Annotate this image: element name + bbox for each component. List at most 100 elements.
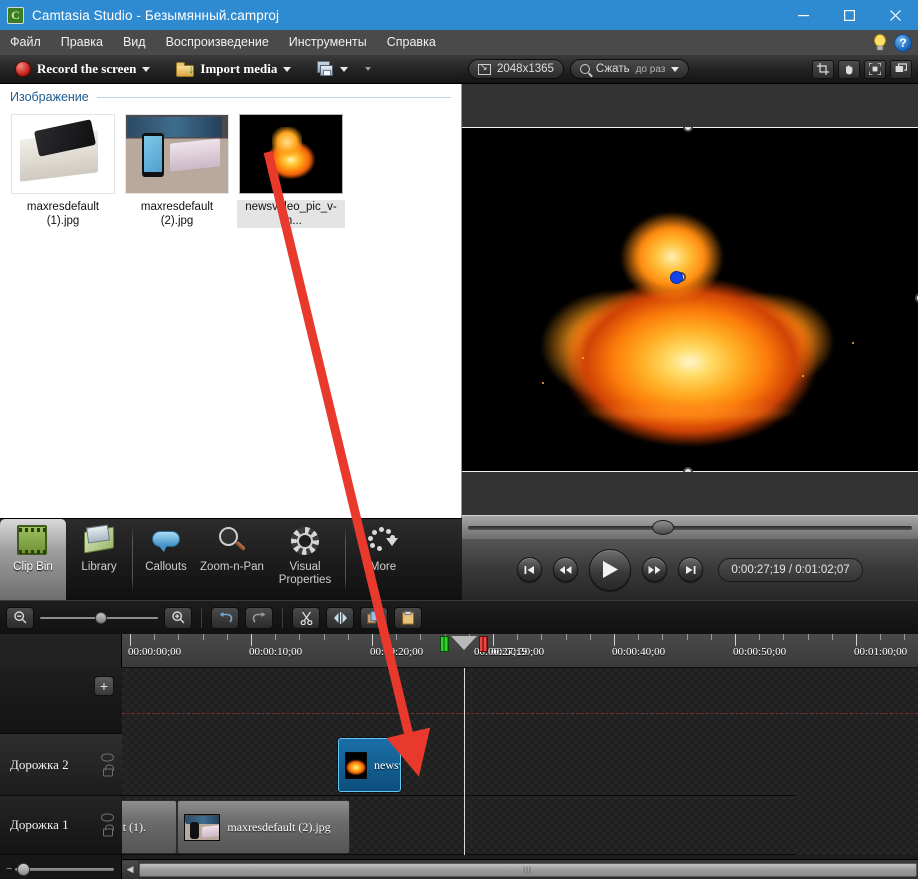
window-title: Camtasia Studio - Безымянный.camproj bbox=[32, 7, 280, 23]
ruler-tick bbox=[226, 634, 228, 640]
timeline-toolbar bbox=[0, 600, 918, 634]
jump-to-start-button[interactable] bbox=[517, 557, 543, 582]
tab-zoom-n-pan[interactable]: Zoom-n-Pan bbox=[199, 519, 265, 600]
resize-handle-bottom[interactable] bbox=[683, 467, 693, 472]
hand-pan-icon[interactable] bbox=[838, 59, 860, 79]
track-height-slider[interactable]: − bbox=[6, 861, 114, 877]
selection-end-handle[interactable] bbox=[478, 636, 488, 652]
eye-icon[interactable] bbox=[101, 813, 114, 822]
zoom-slider-thumb[interactable] bbox=[95, 611, 108, 624]
chevron-down-icon[interactable] bbox=[283, 66, 292, 72]
ruler-tick bbox=[710, 634, 712, 640]
ruler-tick bbox=[904, 634, 906, 640]
resize-handle-top[interactable] bbox=[683, 127, 693, 132]
chevron-down-icon[interactable] bbox=[142, 66, 151, 72]
add-track-button[interactable]: + bbox=[94, 676, 114, 696]
tab-visual-properties[interactable]: Visual Properties bbox=[265, 519, 345, 600]
menu-item-edit[interactable]: Правка bbox=[51, 30, 113, 55]
clip-label: maxresdefault (2).jpg bbox=[227, 819, 331, 834]
tab-callouts[interactable]: Callouts bbox=[133, 519, 199, 600]
track-name-label: Дорожка 2 bbox=[10, 756, 69, 772]
tab-label: Zoom-n-Pan bbox=[200, 561, 264, 573]
track-height-minus-icon[interactable]: − bbox=[6, 863, 12, 875]
undo-icon[interactable] bbox=[211, 606, 239, 629]
zoom-in-icon[interactable] bbox=[164, 606, 192, 629]
timeline-zoom-slider[interactable] bbox=[40, 611, 158, 625]
cut-icon[interactable] bbox=[292, 606, 320, 629]
scroll-left-icon[interactable]: ◀ bbox=[122, 860, 138, 879]
import-media-button[interactable]: ↓ Import media bbox=[171, 59, 296, 79]
lock-icon[interactable] bbox=[102, 764, 114, 776]
panel-tab-bar: Clip Bin Library Callouts Zoom-n-Pan Vis… bbox=[0, 518, 462, 600]
eye-icon[interactable] bbox=[101, 753, 114, 761]
timeline-ruler[interactable]: 00:00:00;00 00:00:10;00 00:00:20;00 00:00:3… bbox=[122, 634, 918, 668]
timeline-horizontal-scrollbar[interactable]: ◀ bbox=[122, 859, 918, 879]
seek-thumb[interactable] bbox=[652, 519, 675, 535]
menu-item-help[interactable]: Справка bbox=[377, 30, 446, 55]
preview-canvas[interactable] bbox=[462, 127, 918, 472]
center-handle-active[interactable] bbox=[670, 271, 683, 284]
toolbar-overflow-icon[interactable] bbox=[365, 67, 372, 71]
tab-library[interactable]: Library bbox=[66, 519, 132, 600]
clip-bin-item[interactable]: maxresdefault (2).jpg bbox=[120, 110, 234, 228]
zoom-level-dropdown[interactable]: Сжать до раз bbox=[569, 59, 690, 79]
playhead-marker[interactable] bbox=[439, 636, 488, 654]
tab-clip-bin[interactable]: Clip Bin bbox=[0, 519, 66, 600]
chevron-down-icon[interactable] bbox=[671, 66, 680, 72]
playhead-triangle[interactable] bbox=[450, 636, 477, 650]
scrollbar-thumb[interactable] bbox=[139, 862, 917, 877]
ruler-tick bbox=[323, 634, 325, 640]
detach-window-icon[interactable] bbox=[890, 59, 912, 79]
clip-bin-item[interactable]: maxresdefault (1).jpg bbox=[6, 110, 120, 228]
track-height-thumb[interactable] bbox=[17, 862, 31, 876]
produce-share-button[interactable] bbox=[312, 59, 353, 79]
folder-import-icon: ↓ bbox=[176, 61, 195, 77]
play-button[interactable] bbox=[589, 548, 632, 591]
seek-track[interactable] bbox=[468, 519, 912, 535]
selection-start-handle[interactable] bbox=[439, 636, 449, 652]
ruler-tick bbox=[517, 634, 519, 640]
track-height-track bbox=[15, 862, 114, 876]
ruler-tick bbox=[202, 634, 204, 640]
crop-icon[interactable] bbox=[812, 59, 834, 79]
help-question-icon[interactable]: ? bbox=[894, 33, 912, 52]
tab-label: Callouts bbox=[145, 561, 187, 573]
tab-more[interactable]: More bbox=[346, 519, 420, 600]
preview-seek-bar[interactable] bbox=[462, 515, 918, 539]
menu-item-view[interactable]: Вид bbox=[113, 30, 156, 55]
timeline-clip-selected[interactable]: newsvide bbox=[338, 738, 402, 792]
ruler-tick bbox=[759, 634, 761, 640]
timeline-clip[interactable]: maxresdefault (2).jpg bbox=[177, 800, 351, 854]
lock-icon[interactable] bbox=[102, 824, 114, 837]
thumbnail-image-phone-box-wood bbox=[12, 115, 114, 193]
ruler-tick bbox=[130, 634, 131, 646]
ruler-tick bbox=[565, 634, 567, 640]
jump-to-end-button[interactable] bbox=[678, 557, 704, 582]
ruler-tick bbox=[783, 634, 785, 640]
clip-bin-panel: Изображение maxresdefault (1).jpg maxres… bbox=[0, 84, 462, 518]
copy-icon[interactable] bbox=[360, 606, 388, 629]
clip-bin-item-selected[interactable]: newsvideo_pic_v-zh... bbox=[234, 110, 348, 228]
menu-item-tools[interactable]: Инструменты bbox=[279, 30, 377, 55]
zoom-out-icon[interactable] bbox=[6, 606, 34, 629]
record-screen-button[interactable]: Record the screen bbox=[10, 59, 155, 79]
chevron-down-icon[interactable] bbox=[340, 66, 349, 72]
close-button[interactable] bbox=[872, 0, 918, 30]
redo-icon[interactable] bbox=[245, 606, 273, 629]
fast-forward-button[interactable] bbox=[642, 557, 668, 582]
track-head-2[interactable]: Дорожка 2 bbox=[0, 734, 122, 796]
fullscreen-icon[interactable] bbox=[864, 59, 886, 79]
window-controls bbox=[780, 0, 918, 30]
paste-icon[interactable] bbox=[394, 606, 422, 629]
ruler-tick bbox=[735, 634, 736, 646]
ruler-label: 00:00:00;00 bbox=[128, 646, 182, 658]
rewind-button[interactable] bbox=[553, 557, 579, 582]
maximize-button[interactable] bbox=[826, 0, 872, 30]
canvas-dimensions-button[interactable]: 2048x1365 bbox=[468, 59, 564, 79]
menu-item-playback[interactable]: Воспроизведение bbox=[156, 30, 279, 55]
minimize-button[interactable] bbox=[780, 0, 826, 30]
track-head-1[interactable]: Дорожка 1 bbox=[0, 796, 122, 855]
menu-item-file[interactable]: Файл bbox=[0, 30, 51, 55]
split-icon[interactable] bbox=[326, 606, 354, 629]
lightbulb-icon[interactable] bbox=[871, 33, 889, 52]
